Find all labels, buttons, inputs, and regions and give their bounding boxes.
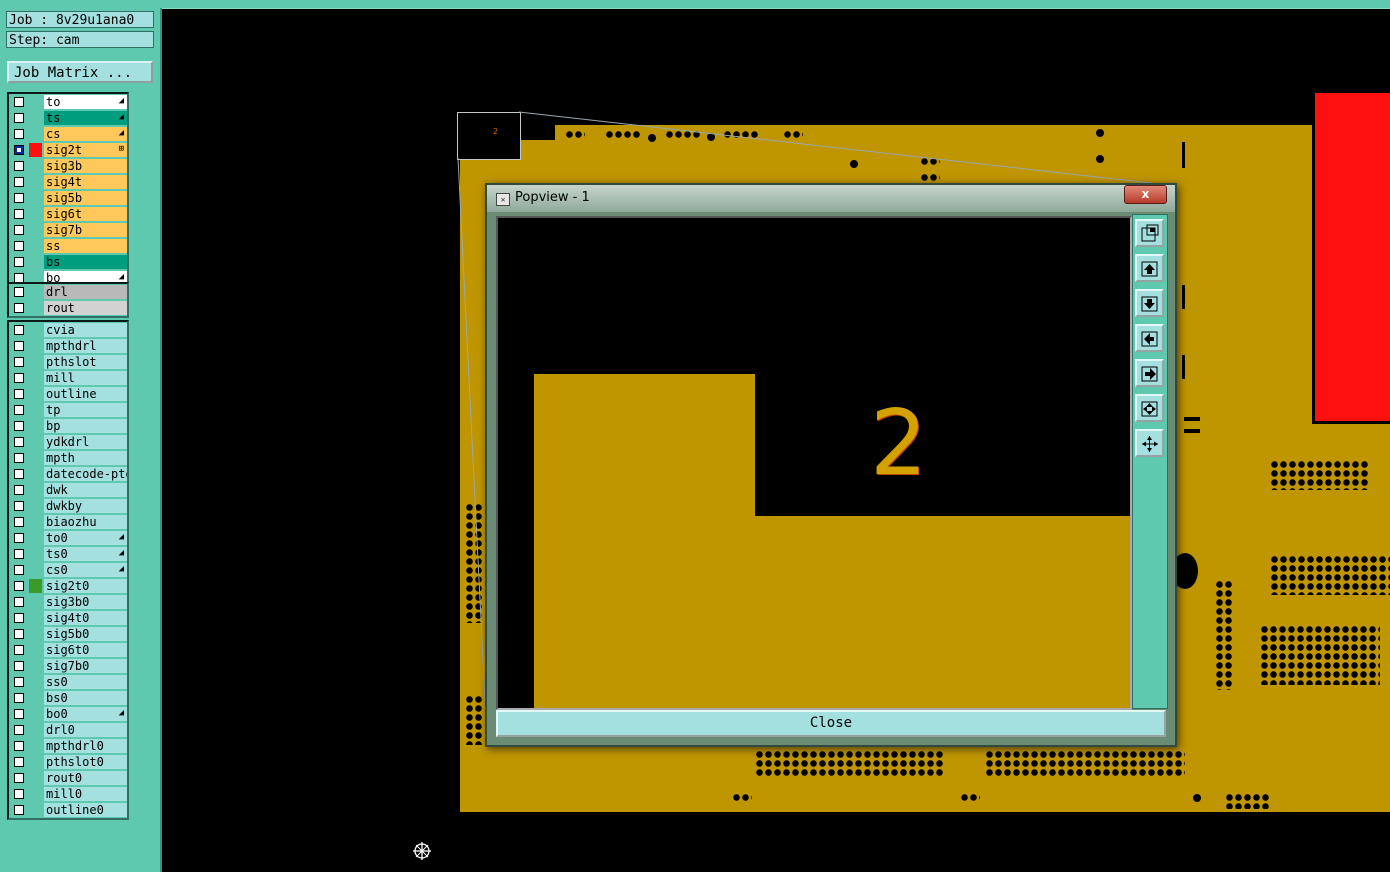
pan-left-icon[interactable] bbox=[1135, 324, 1164, 352]
zoom-in-icon[interactable] bbox=[1135, 394, 1164, 422]
zoom-link-line bbox=[518, 111, 1169, 186]
window-app-icon: ✕ bbox=[496, 193, 510, 206]
popview-title: Popview - 1 bbox=[515, 190, 590, 205]
popview-window: ✕ Popview - 1 x 2 Close bbox=[485, 183, 1177, 747]
zoom-fit-icon[interactable] bbox=[1135, 219, 1164, 247]
popview-title-bar[interactable]: ✕ Popview - 1 bbox=[487, 185, 1175, 212]
crosshair-cursor-icon bbox=[413, 842, 431, 860]
zoom-out-icon[interactable] bbox=[1135, 429, 1164, 457]
popview-close-button[interactable]: Close bbox=[496, 710, 1166, 737]
pan-down-icon[interactable] bbox=[1135, 289, 1164, 317]
copper-area bbox=[534, 374, 755, 708]
pad-number-label: 2 bbox=[870, 391, 928, 496]
popview-toolbar bbox=[1132, 214, 1168, 709]
pan-right-icon[interactable] bbox=[1135, 359, 1164, 387]
popview-canvas[interactable]: 2 bbox=[496, 216, 1132, 710]
pan-up-icon[interactable] bbox=[1135, 254, 1164, 282]
window-close-button[interactable]: x bbox=[1124, 185, 1167, 204]
copper-area bbox=[754, 516, 1130, 708]
zoom-link-line bbox=[457, 157, 488, 741]
